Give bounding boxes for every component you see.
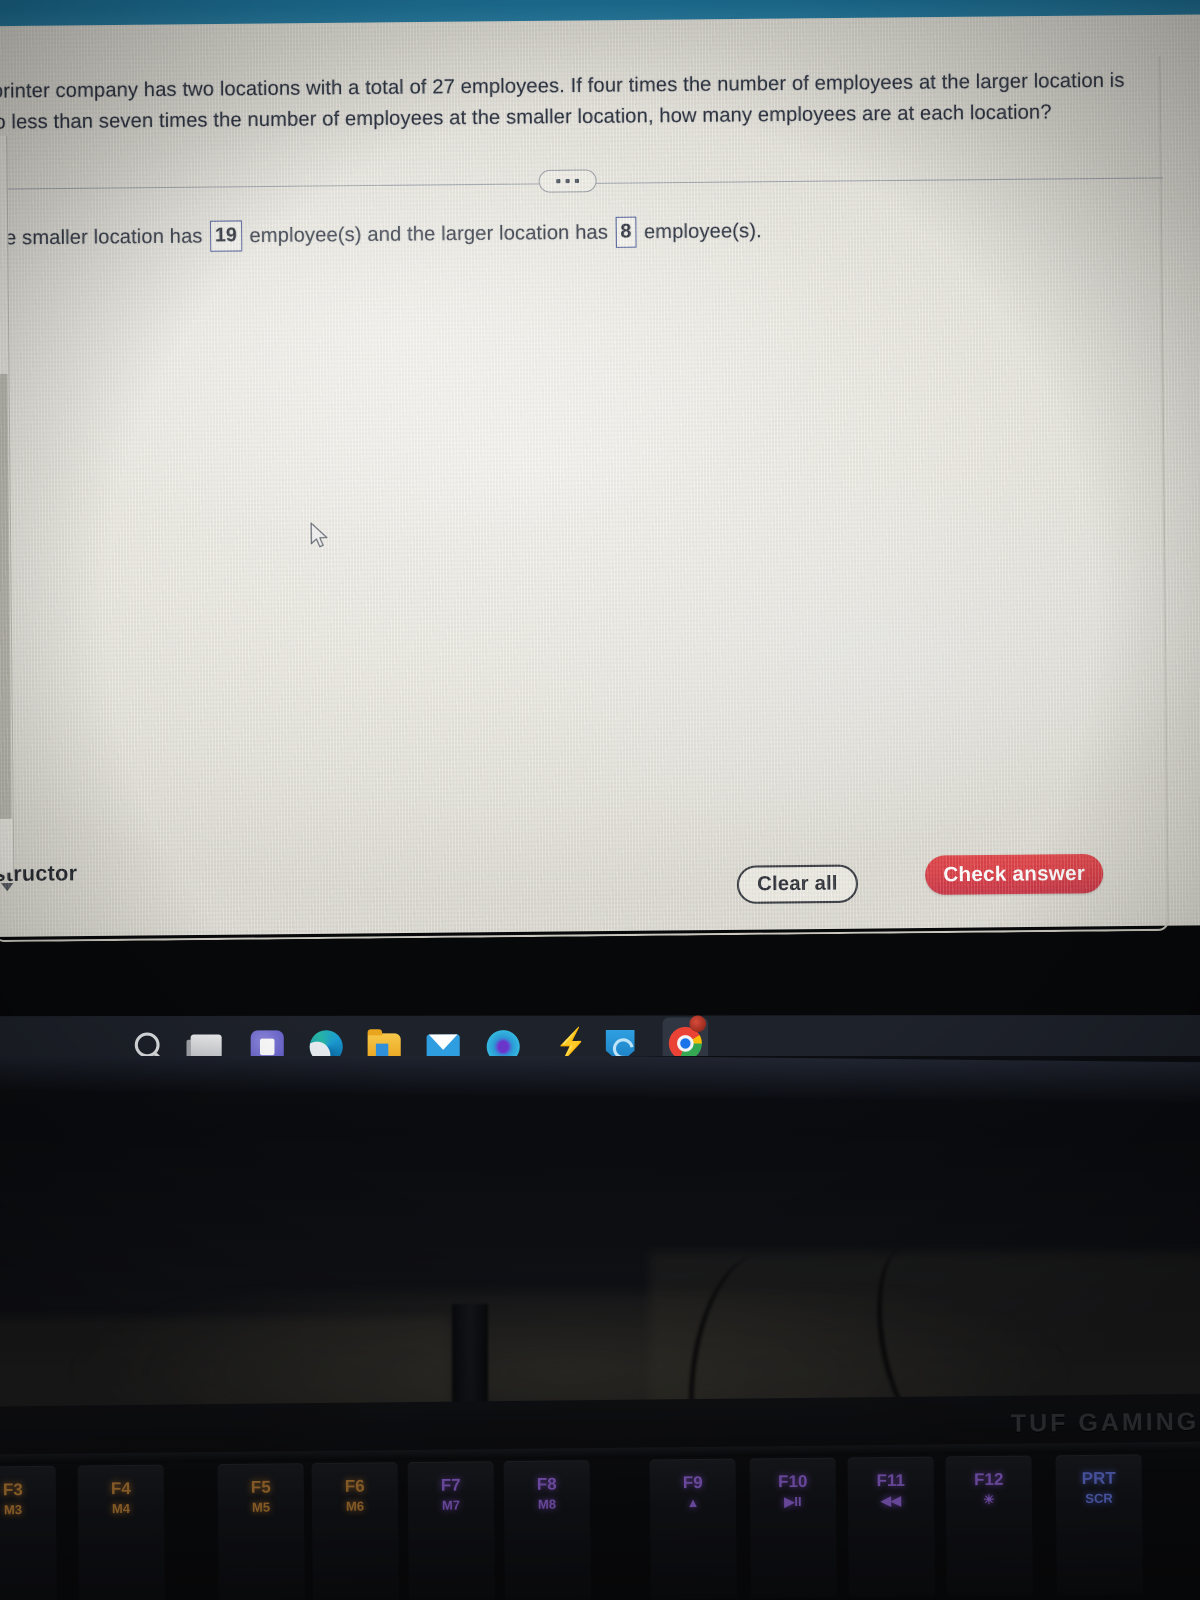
check-answer-button[interactable]: Check answer: [925, 853, 1104, 895]
scrollbar-thumb[interactable]: [0, 373, 12, 819]
browser-page-surface: A printer company has two locations with…: [0, 13, 1200, 943]
key-f12[interactable]: F12 ☀: [945, 1455, 1033, 1597]
monitor-photo: A printer company has two locations with…: [0, 0, 1200, 1600]
scroll-down-arrow-icon[interactable]: [0, 882, 14, 892]
monitor-bottom-bezel: [0, 1056, 1200, 1103]
question-text: A printer company has two locations with…: [0, 69, 1125, 134]
function-key-row: F3 M3 F4 M4 F5 M5 F6 M6 F7 M7 F8 M8 F9 ▲ F10 ▶II…: [0, 1453, 1200, 1600]
key-f9[interactable]: F9 ▲: [649, 1458, 737, 1600]
key-print-screen[interactable]: PRT SCR: [1055, 1454, 1143, 1596]
larger-location-input[interactable]: 8: [615, 216, 637, 248]
smaller-location-input[interactable]: 19: [209, 220, 243, 252]
more-options-button[interactable]: [538, 169, 597, 193]
exercise-card: A printer company has two locations with…: [0, 56, 1169, 943]
keyboard-brand-logo: TUF GAMING: [1010, 1407, 1200, 1438]
key-f6[interactable]: F6 M6: [311, 1462, 400, 1600]
answer-sentence: The smaller location has 19 employee(s) …: [0, 215, 762, 254]
tuf-gaming-keyboard: TUF GAMING F3 M3 F4 M4 F5 M5 F6 M6 F7 M7 F8 M8…: [0, 1393, 1200, 1600]
answer-prefix-text: The smaller location has: [0, 224, 203, 250]
key-f4[interactable]: F4 M4: [77, 1464, 166, 1600]
dot-1: [556, 179, 561, 184]
answer-suffix-text: employee(s).: [643, 219, 762, 243]
dot-2: [565, 178, 570, 184]
answer-middle-text: employee(s) and the larger location has: [249, 220, 609, 247]
key-f7[interactable]: F7 M7: [407, 1461, 496, 1600]
monitor-screen: A printer company has two locations with…: [0, 0, 1200, 1091]
clear-all-button[interactable]: Clear all: [736, 864, 859, 904]
key-f8[interactable]: F8 M8: [503, 1460, 591, 1600]
dot-3: [574, 178, 580, 184]
key-f11[interactable]: F11 ◀◀: [847, 1456, 935, 1598]
section-divider: [0, 164, 1163, 202]
key-f10[interactable]: F10 ▶II: [749, 1457, 837, 1599]
key-f3[interactable]: F3 M3: [0, 1465, 58, 1600]
chrome-badge-icon: [689, 1015, 707, 1033]
key-f5[interactable]: F5 M5: [217, 1463, 306, 1600]
